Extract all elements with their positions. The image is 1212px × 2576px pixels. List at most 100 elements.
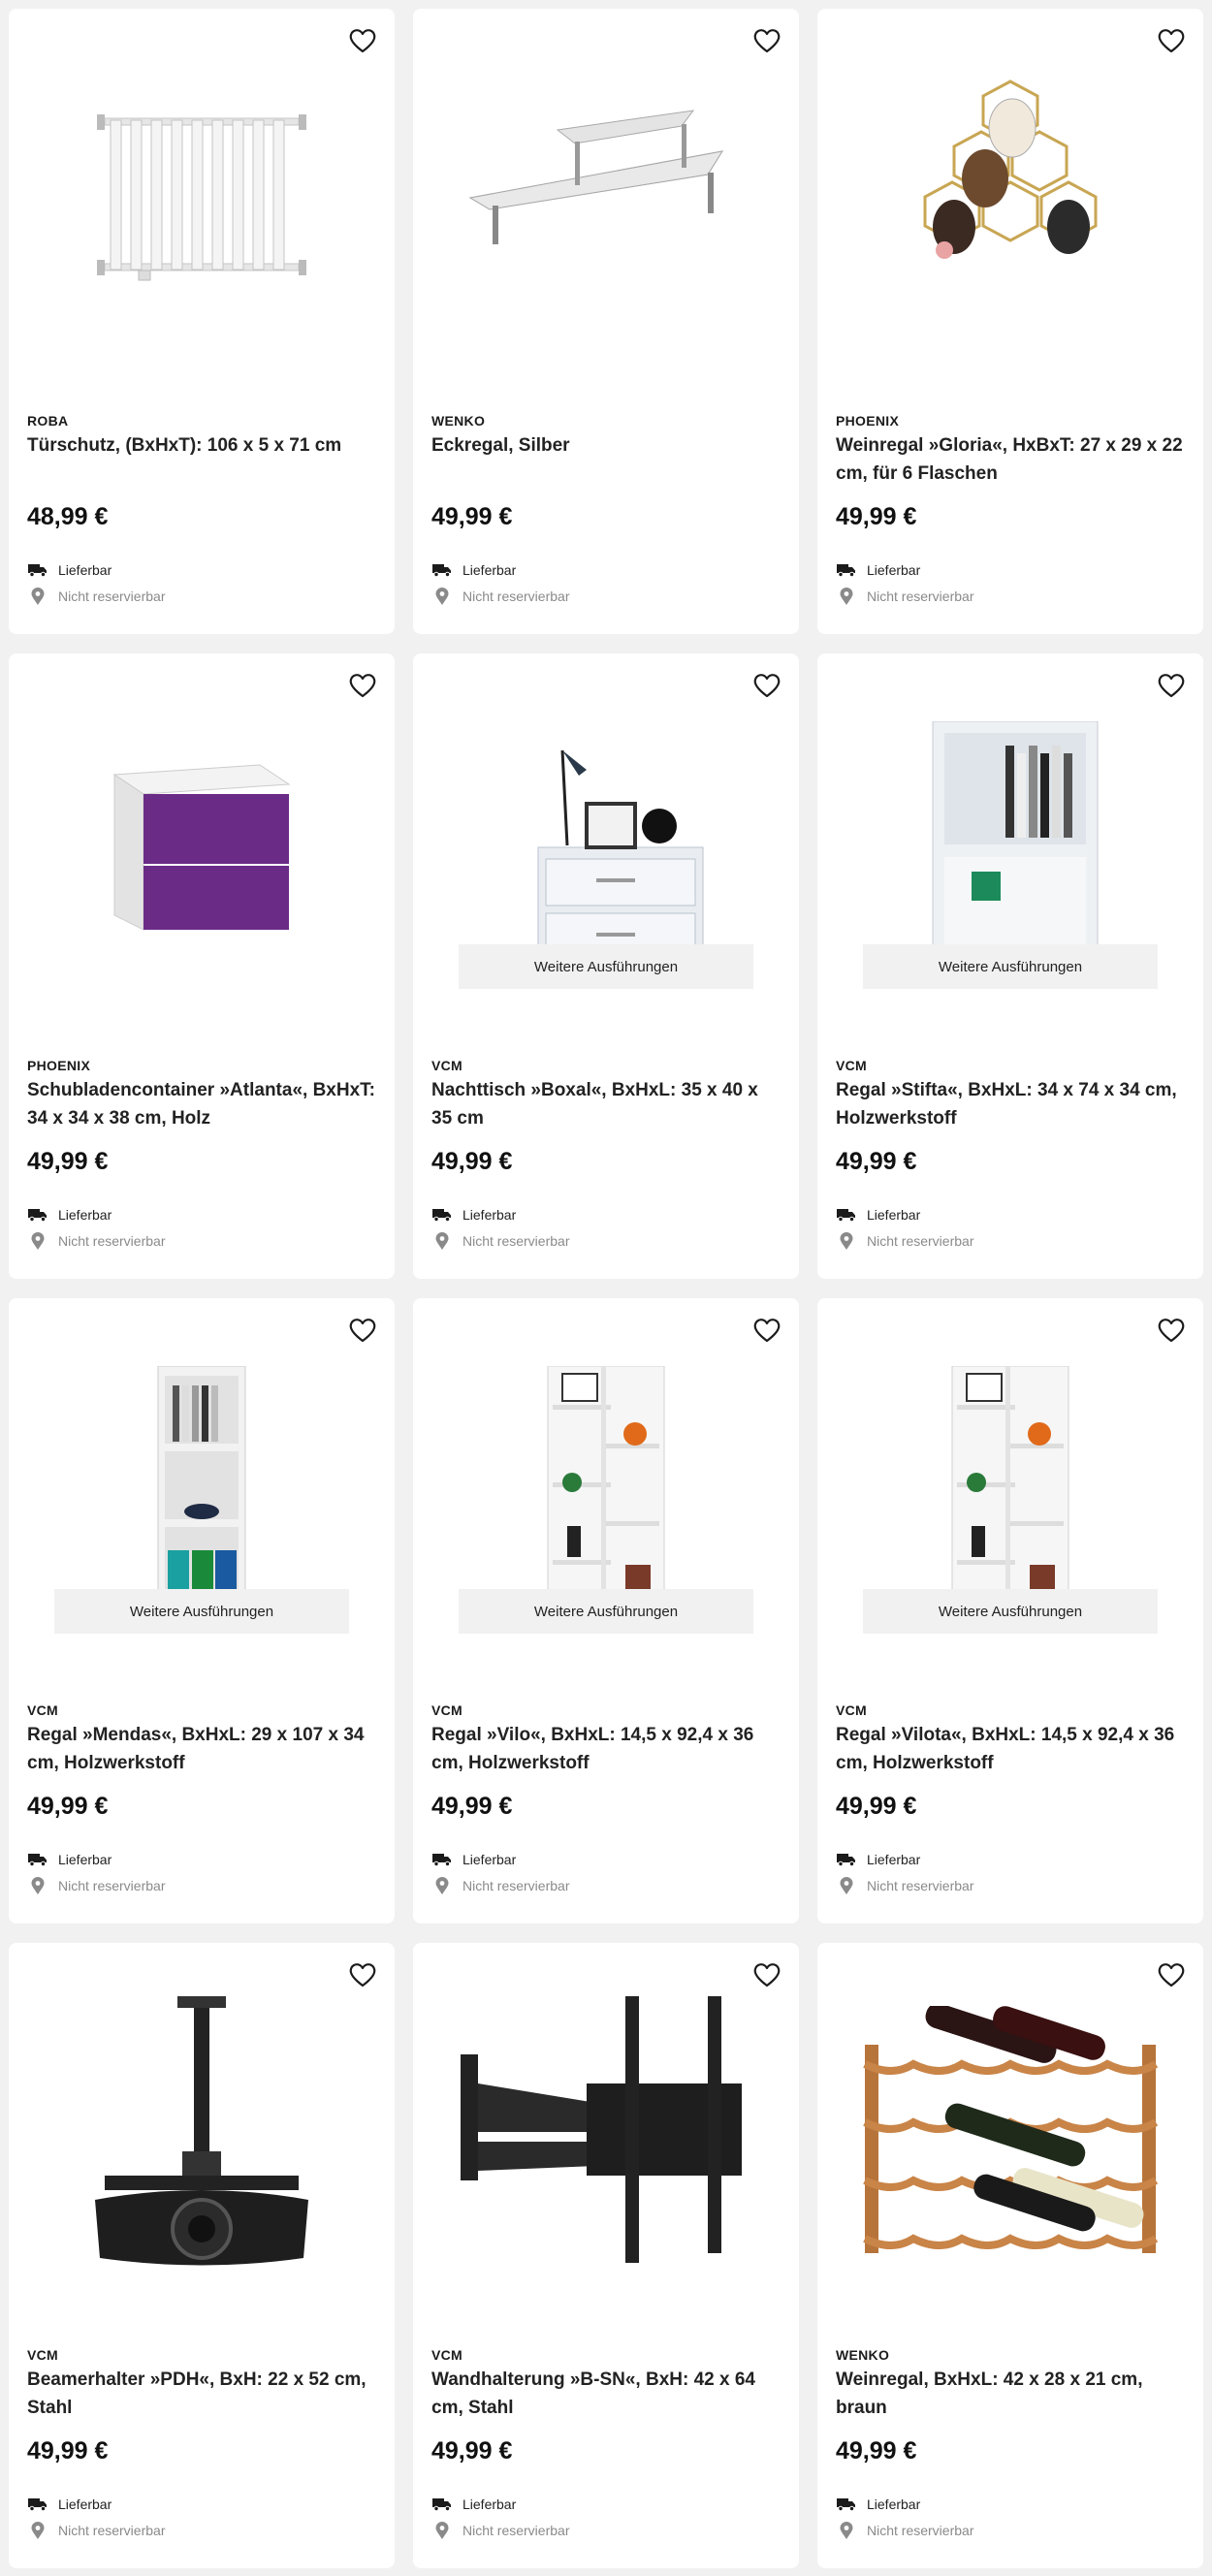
reservation-status: Nicht reservierbar <box>27 1231 165 1250</box>
product-title[interactable]: Nachttisch »Boxal«, BxHxL: 35 x 40 x 35 … <box>431 1076 781 1132</box>
product-price: 49,99 € <box>836 503 917 530</box>
delivery-status: Lieferbar <box>27 2496 112 2513</box>
product-image[interactable] <box>36 52 367 343</box>
product-card[interactable]: PHOENIX Schubladencontainer »Atlanta«, B… <box>9 653 395 1279</box>
delivery-status: Lieferbar <box>836 561 920 579</box>
product-price: 49,99 € <box>431 503 513 530</box>
delivery-status: Lieferbar <box>431 561 516 579</box>
reservation-status: Nicht reservierbar <box>836 2521 974 2539</box>
product-card[interactable]: Weitere Ausführungen VCM Regal »Stifta«,… <box>817 653 1203 1279</box>
product-image[interactable] <box>845 52 1176 343</box>
delivery-status: Lieferbar <box>27 561 112 579</box>
delivery-status: Lieferbar <box>27 1206 112 1224</box>
product-card[interactable]: PHOENIX Weinregal »Gloria«, HxBxT: 27 x … <box>817 9 1203 634</box>
truck-icon <box>27 1851 48 1868</box>
product-price: 49,99 € <box>431 1148 513 1175</box>
product-title[interactable]: Türschutz, (BxHxT): 106 x 5 x 71 cm <box>27 431 376 460</box>
truck-icon <box>836 561 857 579</box>
wishlist-heart-icon[interactable] <box>348 1316 377 1345</box>
product-title[interactable]: Weinregal »Gloria«, HxBxT: 27 x 29 x 22 … <box>836 431 1185 488</box>
delivery-label: Lieferbar <box>867 1207 921 1223</box>
delivery-label: Lieferbar <box>58 1852 112 1867</box>
wishlist-heart-icon[interactable] <box>1157 1960 1186 1989</box>
product-image[interactable] <box>36 697 367 988</box>
delivery-label: Lieferbar <box>462 1207 517 1223</box>
product-image[interactable] <box>845 1987 1176 2277</box>
truck-icon <box>431 561 453 579</box>
reservation-label: Nicht reservierbar <box>867 588 974 604</box>
location-pin-icon <box>27 587 48 605</box>
product-title[interactable]: Wandhalterung »B-SN«, BxH: 42 x 64 cm, S… <box>431 2366 781 2422</box>
product-image[interactable] <box>440 52 772 343</box>
product-title[interactable]: Regal »Vilo«, BxHxL: 14,5 x 92,4 x 36 cm… <box>431 1721 781 1777</box>
reservation-label: Nicht reservierbar <box>462 1233 570 1249</box>
location-pin-icon <box>836 587 857 605</box>
wishlist-heart-icon[interactable] <box>348 671 377 700</box>
truck-icon <box>27 561 48 579</box>
reservation-label: Nicht reservierbar <box>58 1878 166 1893</box>
more-variants-button[interactable]: Weitere Ausführungen <box>54 1589 349 1634</box>
wishlist-heart-icon[interactable] <box>752 26 781 55</box>
delivery-label: Lieferbar <box>58 2496 112 2512</box>
truck-icon <box>431 1206 453 1224</box>
truck-icon <box>27 2496 48 2513</box>
delivery-label: Lieferbar <box>462 562 517 578</box>
product-brand: VCM <box>27 2347 59 2363</box>
wishlist-heart-icon[interactable] <box>752 671 781 700</box>
location-pin-icon <box>836 2521 857 2539</box>
delivery-status: Lieferbar <box>836 2496 920 2513</box>
delivery-status: Lieferbar <box>836 1206 920 1224</box>
product-card[interactable]: Weitere Ausführungen VCM Regal »Vilo«, B… <box>413 1298 799 1924</box>
product-image[interactable] <box>36 1987 367 2277</box>
product-card[interactable]: Weitere Ausführungen VCM Regal »Mendas«,… <box>9 1298 395 1924</box>
wishlist-heart-icon[interactable] <box>1157 671 1186 700</box>
product-title[interactable]: Regal »Mendas«, BxHxL: 29 x 107 x 34 cm,… <box>27 1721 376 1777</box>
product-brand: PHOENIX <box>27 1058 91 1073</box>
reservation-status: Nicht reservierbar <box>431 2521 569 2539</box>
more-variants-button[interactable]: Weitere Ausführungen <box>459 944 753 989</box>
wishlist-heart-icon[interactable] <box>348 26 377 55</box>
location-pin-icon <box>27 1231 48 1250</box>
reservation-label: Nicht reservierbar <box>867 2523 974 2538</box>
reservation-status: Nicht reservierbar <box>431 587 569 605</box>
product-price: 49,99 € <box>27 2437 109 2465</box>
product-title[interactable]: Regal »Stifta«, BxHxL: 34 x 74 x 34 cm, … <box>836 1076 1185 1132</box>
product-brand: VCM <box>836 1702 868 1718</box>
product-title[interactable]: Beamerhalter »PDH«, BxH: 22 x 52 cm, Sta… <box>27 2366 376 2422</box>
product-card[interactable]: Weitere Ausführungen VCM Nachttisch »Box… <box>413 653 799 1279</box>
wishlist-heart-icon[interactable] <box>1157 26 1186 55</box>
more-variants-button[interactable]: Weitere Ausführungen <box>863 1589 1158 1634</box>
product-image[interactable] <box>440 1987 772 2277</box>
wishlist-heart-icon[interactable] <box>752 1960 781 1989</box>
product-price: 49,99 € <box>836 1793 917 1820</box>
product-price: 49,99 € <box>431 1793 513 1820</box>
reservation-status: Nicht reservierbar <box>27 587 166 605</box>
truck-icon <box>836 1206 857 1224</box>
reservation-status: Nicht reservierbar <box>431 1876 569 1894</box>
product-title[interactable]: Schubladencontainer »Atlanta«, BxHxT: 34… <box>27 1076 376 1132</box>
reservation-status: Nicht reservierbar <box>27 1876 166 1894</box>
product-card[interactable]: WENKO Eckregal, Silber 49,99 € Lieferbar… <box>413 9 799 634</box>
more-variants-button[interactable]: Weitere Ausführungen <box>459 1589 753 1634</box>
location-pin-icon <box>836 1231 857 1250</box>
delivery-label: Lieferbar <box>58 562 112 578</box>
delivery-status: Lieferbar <box>836 1851 920 1868</box>
reservation-label: Nicht reservierbar <box>867 1878 974 1893</box>
reservation-label: Nicht reservierbar <box>58 588 166 604</box>
product-title[interactable]: Weinregal, BxHxL: 42 x 28 x 21 cm, braun <box>836 2366 1185 2422</box>
product-card[interactable]: VCM Wandhalterung »B-SN«, BxH: 42 x 64 c… <box>413 1943 799 2568</box>
product-card[interactable]: Weitere Ausführungen VCM Regal »Vilota«,… <box>817 1298 1203 1924</box>
more-variants-button[interactable]: Weitere Ausführungen <box>863 944 1158 989</box>
product-card[interactable]: ROBA Türschutz, (BxHxT): 106 x 5 x 71 cm… <box>9 9 395 634</box>
wishlist-heart-icon[interactable] <box>1157 1316 1186 1345</box>
product-card[interactable]: WENKO Weinregal, BxHxL: 42 x 28 x 21 cm,… <box>817 1943 1203 2568</box>
product-card[interactable]: VCM Beamerhalter »PDH«, BxH: 22 x 52 cm,… <box>9 1943 395 2568</box>
truck-icon <box>431 1851 453 1868</box>
product-title[interactable]: Eckregal, Silber <box>431 431 781 460</box>
location-pin-icon <box>431 1231 453 1250</box>
product-grid: ROBA Türschutz, (BxHxT): 106 x 5 x 71 cm… <box>9 9 1203 2568</box>
product-brand: VCM <box>431 2347 463 2363</box>
product-title[interactable]: Regal »Vilota«, BxHxL: 14,5 x 92,4 x 36 … <box>836 1721 1185 1777</box>
wishlist-heart-icon[interactable] <box>752 1316 781 1345</box>
wishlist-heart-icon[interactable] <box>348 1960 377 1989</box>
